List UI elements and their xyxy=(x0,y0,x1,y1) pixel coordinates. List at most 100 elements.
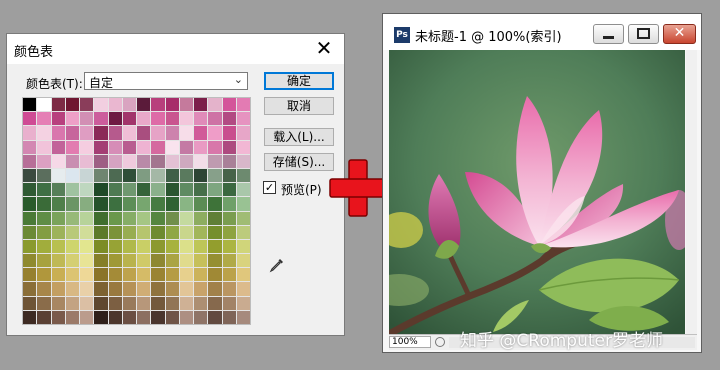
color-swatch[interactable] xyxy=(151,225,165,239)
color-swatch[interactable] xyxy=(65,98,79,112)
color-swatch[interactable] xyxy=(137,126,151,140)
color-swatch[interactable] xyxy=(94,254,108,268)
color-swatch[interactable] xyxy=(236,225,250,239)
color-swatch[interactable] xyxy=(37,211,51,225)
color-swatch[interactable] xyxy=(65,225,79,239)
color-swatch[interactable] xyxy=(179,239,193,254)
color-swatch[interactable] xyxy=(80,239,94,254)
color-swatch[interactable] xyxy=(165,112,179,126)
color-swatch[interactable] xyxy=(179,296,193,310)
color-swatch[interactable] xyxy=(94,154,108,168)
color-swatch[interactable] xyxy=(208,197,222,211)
color-swatch[interactable] xyxy=(208,239,222,254)
color-swatch[interactable] xyxy=(194,268,208,282)
color-swatch[interactable] xyxy=(122,168,136,183)
color-swatch[interactable] xyxy=(137,254,151,268)
color-swatch[interactable] xyxy=(108,126,122,140)
color-swatch[interactable] xyxy=(51,197,65,211)
color-swatch[interactable] xyxy=(122,112,136,126)
color-swatch[interactable] xyxy=(23,310,37,324)
color-swatch[interactable] xyxy=(236,112,250,126)
color-swatch[interactable] xyxy=(108,254,122,268)
color-swatch[interactable] xyxy=(65,310,79,324)
color-swatch[interactable] xyxy=(179,112,193,126)
color-swatch[interactable] xyxy=(37,225,51,239)
color-swatch[interactable] xyxy=(165,211,179,225)
color-swatch[interactable] xyxy=(65,168,79,183)
color-swatch[interactable] xyxy=(137,268,151,282)
color-swatch[interactable] xyxy=(37,168,51,183)
color-swatch[interactable] xyxy=(37,98,51,112)
color-swatch[interactable] xyxy=(222,126,236,140)
color-swatch[interactable] xyxy=(151,126,165,140)
color-swatch[interactable] xyxy=(80,211,94,225)
zoom-field[interactable]: 100% xyxy=(389,336,431,348)
color-swatch[interactable] xyxy=(222,168,236,183)
color-swatch[interactable] xyxy=(179,268,193,282)
eyedropper-icon[interactable] xyxy=(269,257,285,273)
color-swatch[interactable] xyxy=(51,211,65,225)
color-swatch[interactable] xyxy=(208,168,222,183)
color-swatch[interactable] xyxy=(108,197,122,211)
color-swatch[interactable] xyxy=(108,239,122,254)
color-swatch[interactable] xyxy=(194,112,208,126)
color-swatch[interactable] xyxy=(80,126,94,140)
color-swatch[interactable] xyxy=(65,183,79,197)
color-swatch[interactable] xyxy=(194,211,208,225)
color-swatch[interactable] xyxy=(151,112,165,126)
color-swatch[interactable] xyxy=(179,211,193,225)
color-swatch[interactable] xyxy=(137,154,151,168)
color-swatch[interactable] xyxy=(165,296,179,310)
color-swatch[interactable] xyxy=(208,183,222,197)
color-swatch[interactable] xyxy=(165,282,179,296)
color-swatch[interactable] xyxy=(208,225,222,239)
color-swatch[interactable] xyxy=(222,254,236,268)
color-swatch[interactable] xyxy=(208,254,222,268)
color-swatch[interactable] xyxy=(194,126,208,140)
color-swatch[interactable] xyxy=(23,268,37,282)
color-swatch[interactable] xyxy=(37,282,51,296)
color-swatch[interactable] xyxy=(179,254,193,268)
color-swatch[interactable] xyxy=(51,112,65,126)
color-swatch[interactable] xyxy=(208,98,222,112)
color-swatch[interactable] xyxy=(151,140,165,154)
color-swatch[interactable] xyxy=(94,112,108,126)
color-swatch[interactable] xyxy=(222,268,236,282)
color-swatch[interactable] xyxy=(122,126,136,140)
color-swatch[interactable] xyxy=(37,140,51,154)
color-swatch[interactable] xyxy=(151,296,165,310)
color-swatch[interactable] xyxy=(208,140,222,154)
color-swatch[interactable] xyxy=(222,310,236,324)
color-swatch[interactable] xyxy=(122,140,136,154)
color-swatch[interactable] xyxy=(37,154,51,168)
color-swatch[interactable] xyxy=(122,225,136,239)
color-swatch[interactable] xyxy=(179,225,193,239)
color-swatch[interactable] xyxy=(94,197,108,211)
color-swatch[interactable] xyxy=(179,154,193,168)
color-swatch[interactable] xyxy=(65,211,79,225)
ok-button[interactable]: 确定 xyxy=(264,72,334,90)
color-swatch[interactable] xyxy=(236,268,250,282)
color-swatch[interactable] xyxy=(137,140,151,154)
color-swatch[interactable] xyxy=(208,211,222,225)
color-swatch[interactable] xyxy=(151,282,165,296)
color-swatch[interactable] xyxy=(236,254,250,268)
color-swatch[interactable] xyxy=(94,268,108,282)
color-swatch[interactable] xyxy=(23,254,37,268)
color-swatch[interactable] xyxy=(194,140,208,154)
color-swatch[interactable] xyxy=(80,98,94,112)
color-swatch[interactable] xyxy=(37,268,51,282)
color-swatch[interactable] xyxy=(122,197,136,211)
color-swatch[interactable] xyxy=(151,254,165,268)
color-swatch[interactable] xyxy=(51,168,65,183)
color-swatch[interactable] xyxy=(194,168,208,183)
color-swatch[interactable] xyxy=(236,183,250,197)
color-swatch[interactable] xyxy=(80,254,94,268)
load-button[interactable]: 载入(L)... xyxy=(264,128,334,146)
color-swatch[interactable] xyxy=(122,239,136,254)
color-swatch[interactable] xyxy=(165,197,179,211)
color-swatch[interactable] xyxy=(37,112,51,126)
color-swatch[interactable] xyxy=(236,211,250,225)
color-swatch[interactable] xyxy=(108,310,122,324)
color-swatch[interactable] xyxy=(151,211,165,225)
